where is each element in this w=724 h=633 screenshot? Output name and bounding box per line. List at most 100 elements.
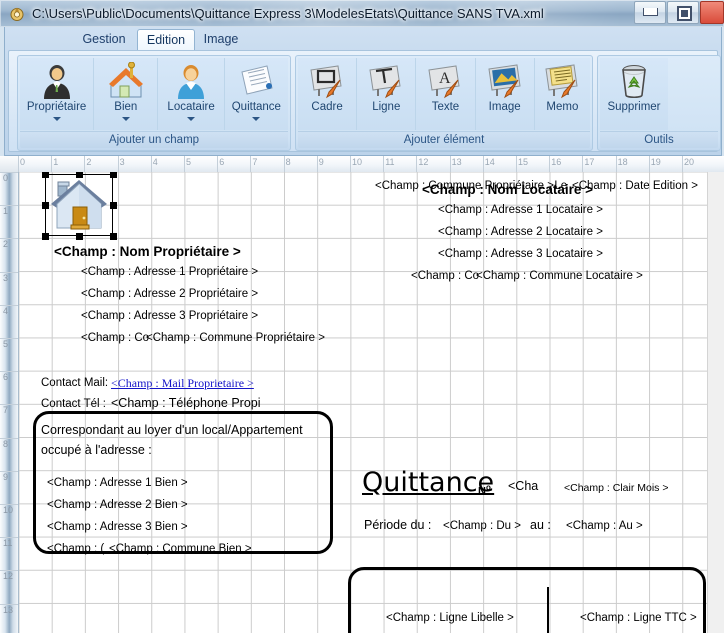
ruler-label: 4 xyxy=(3,305,9,316)
ribbon-button-texte[interactable]: A Texte xyxy=(416,58,476,130)
ruler-label: 7 xyxy=(252,157,258,167)
ruler-label: 20 xyxy=(684,157,695,167)
field-adresse1-bien[interactable]: <Champ : Adresse 1 Bien > xyxy=(47,477,188,489)
ribbon-button-memo[interactable]: Memo xyxy=(534,58,590,130)
field-contact-mail-label[interactable]: Contact Mail: xyxy=(41,377,108,389)
ribbon-button-locataire[interactable]: Locataire xyxy=(158,58,225,130)
ribbon-group-items: Propriétaire Bien Locataire Quittance xyxy=(20,58,288,130)
ribbon-button-cadre[interactable]: Cadre xyxy=(298,58,358,130)
ruler-label: 16 xyxy=(551,157,562,167)
field-champ-au[interactable]: <Champ : Au > xyxy=(566,520,643,532)
field-au-label[interactable]: au : xyxy=(530,518,551,532)
ruler-label: 3 xyxy=(119,157,125,167)
field-adresse2-bien[interactable]: <Champ : Adresse 2 Bien > xyxy=(47,499,188,511)
tab-image[interactable]: Image xyxy=(195,29,247,50)
vertical-ruler: 0 1 2 3 4 5 6 7 8 9 10 11 12 13 xyxy=(0,172,19,633)
ribbon-button-propritaire[interactable]: Propriétaire xyxy=(20,58,95,130)
ruler-label: 12 xyxy=(418,157,429,167)
vertical-scrollbar[interactable] xyxy=(707,172,724,633)
ruler-label: 1 xyxy=(53,157,59,167)
ligne-column-separator[interactable] xyxy=(547,587,549,633)
close-button[interactable] xyxy=(700,1,724,24)
chevron-down-icon[interactable] xyxy=(252,117,261,121)
field-numero-label[interactable]: No xyxy=(478,483,491,498)
ruler-label: 5 xyxy=(186,157,192,167)
chevron-down-icon[interactable] xyxy=(121,117,130,121)
field-nom-proprietaire[interactable]: <Champ : Nom Propriétaire > xyxy=(54,244,241,259)
resize-handle[interactable] xyxy=(109,201,117,209)
field-commune-loc[interactable]: <Champ : Commune Locataire > xyxy=(476,270,643,282)
ribbon-button-bien[interactable]: Bien xyxy=(94,58,159,130)
ribbon-button-label: Quittance xyxy=(231,101,281,113)
field-adresse1-prop[interactable]: <Champ : Adresse 1 Propriétaire > xyxy=(81,266,258,278)
field-adresse1-loc[interactable]: <Champ : Adresse 1 Locataire > xyxy=(438,204,603,216)
resize-handle[interactable] xyxy=(75,232,83,240)
field-commune-prop[interactable]: <Champ : Commune Propriétaire > xyxy=(146,332,325,344)
resize-handle[interactable] xyxy=(41,172,49,178)
ribbon-button-label: Locataire xyxy=(167,101,215,113)
field-ligne-libelle[interactable]: <Champ : Ligne Libelle > xyxy=(386,612,514,624)
field-ligne-ttc[interactable]: <Champ : Ligne TTC > xyxy=(580,612,697,624)
report-page[interactable]: <Champ : Commune Propriétaire >, Le <Cham… xyxy=(19,172,707,633)
window-buttons xyxy=(634,1,724,25)
house-logo[interactable] xyxy=(41,172,117,240)
person-suit-icon xyxy=(43,65,70,99)
field-cp-loc[interactable]: <Champ : Co xyxy=(411,270,479,282)
field-contact-tel-label[interactable]: Contact Tél : xyxy=(41,398,106,410)
design-canvas[interactable]: <Champ : Commune Propriétaire >, Le <Cham… xyxy=(19,172,724,633)
field-cp-prop[interactable]: <Champ : Co xyxy=(81,332,149,344)
ruler-label: 19 xyxy=(650,157,661,167)
minimize-button[interactable] xyxy=(634,1,666,24)
field-champ-du[interactable]: <Champ : Du > xyxy=(443,520,521,532)
ruler-label: 8 xyxy=(3,438,9,449)
app-icon xyxy=(10,7,24,21)
field-telephone-prop[interactable]: <Champ : Téléphone Propi xyxy=(111,396,261,410)
tab-gestion[interactable]: Gestion xyxy=(73,29,135,50)
field-cp-bien[interactable]: <Champ : ( xyxy=(47,543,104,555)
tab-edition[interactable]: Edition xyxy=(137,29,195,51)
ribbon-button-ligne[interactable]: Ligne xyxy=(357,58,417,130)
resize-handle[interactable] xyxy=(75,172,83,178)
ruler-label: 11 xyxy=(385,157,395,167)
field-correspondant-line2[interactable]: occupé à l'adresse : xyxy=(41,443,152,457)
ribbon-button-label: Cadre xyxy=(311,101,343,113)
person-suit-icon xyxy=(37,62,77,100)
field-adresse2-prop[interactable]: <Champ : Adresse 2 Propriétaire > xyxy=(81,288,258,300)
house-key-icon xyxy=(106,61,146,100)
ruler-label: 1 xyxy=(3,206,9,217)
chevron-down-icon[interactable] xyxy=(187,117,196,121)
ribbon-group-label: Ajouter un champ xyxy=(20,131,288,148)
ribbon-group-label: Ajouter élément xyxy=(298,131,590,148)
resize-handle[interactable] xyxy=(109,172,117,178)
field-clair-mois[interactable]: <Champ : Clair Mois > xyxy=(564,482,668,494)
svg-text:A: A xyxy=(439,70,451,87)
chevron-down-icon[interactable] xyxy=(52,117,61,121)
field-mail-proprietaire[interactable]: <Champ : Mail Proprietaire > xyxy=(111,376,254,391)
ruler-label: 4 xyxy=(152,157,158,167)
field-adresse3-loc[interactable]: <Champ : Adresse 3 Locataire > xyxy=(438,248,603,260)
field-adresse2-loc[interactable]: <Champ : Adresse 2 Locataire > xyxy=(438,226,603,238)
field-commune-bien[interactable]: <Champ : Commune Bien > xyxy=(109,543,252,555)
ruler-label: 11 xyxy=(3,538,13,549)
ruler-label: 13 xyxy=(451,157,462,167)
field-adresse3-prop[interactable]: <Champ : Adresse 3 Propriétaire > xyxy=(81,310,258,322)
resize-handle[interactable] xyxy=(41,201,49,209)
field-periode-du-label[interactable]: Période du : xyxy=(364,518,431,532)
field-nom-locataire[interactable]: <Champ : Nom Locataire > xyxy=(422,182,593,197)
field-cha-field[interactable]: <Cha xyxy=(508,479,538,493)
ribbon-button-label: Texte xyxy=(431,101,460,113)
resize-handle[interactable] xyxy=(109,232,117,240)
resize-handle[interactable] xyxy=(41,232,49,240)
ribbon-button-image[interactable]: Image xyxy=(475,58,535,130)
ribbon-button-supprimer[interactable]: Supprimer xyxy=(600,58,668,130)
title-bar: C:\Users\Public\Documents\Quittance Expr… xyxy=(0,0,724,27)
ribbon: Gestion Edition Image Propriétaire Bien Loca… xyxy=(4,27,722,156)
text-pencil-icon: A xyxy=(425,62,465,100)
ribbon-button-label: Bien xyxy=(114,101,138,113)
ruler-label: 5 xyxy=(3,339,9,349)
ribbon-button-quittance[interactable]: Quittance xyxy=(224,58,288,130)
field-quittance-title[interactable]: Quittance xyxy=(362,467,494,498)
restore-button[interactable] xyxy=(667,1,699,24)
field-adresse3-bien[interactable]: <Champ : Adresse 3 Bien > xyxy=(47,521,188,533)
field-correspondant-line1[interactable]: Correspondant au loyer d'un local/Appart… xyxy=(41,423,303,437)
